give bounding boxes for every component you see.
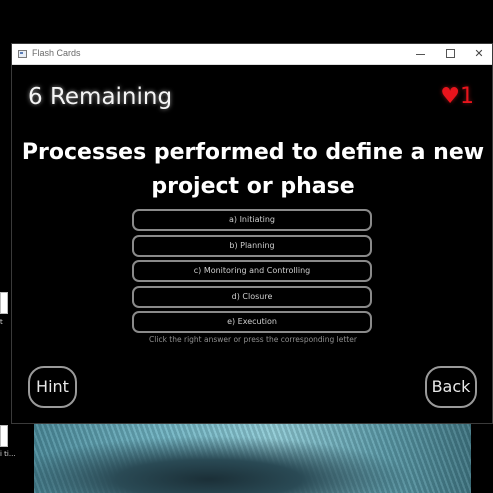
answer-option-c[interactable]: c) Monitoring and Controlling	[132, 260, 372, 282]
desktop-icon-label: i ti...	[0, 450, 16, 458]
minimize-icon	[415, 53, 425, 55]
answer-option-e[interactable]: e) Execution	[132, 311, 372, 333]
desktop-file-icon[interactable]	[0, 425, 8, 447]
lives-counter: ♥1	[440, 84, 474, 109]
answer-option-b[interactable]: b) Planning	[132, 234, 372, 257]
desktop-file-icon[interactable]	[0, 292, 8, 314]
minimize-button[interactable]	[405, 44, 435, 64]
desktop-icon-label: t	[0, 318, 3, 326]
back-button[interactable]: Back	[425, 366, 477, 408]
maximize-button[interactable]	[435, 44, 465, 64]
instruction-text: Click the right answer or press the corr…	[149, 335, 357, 344]
answer-option-d[interactable]: d) Closure	[132, 285, 372, 308]
maximize-icon	[445, 48, 455, 58]
close-button[interactable]: ✕	[464, 44, 493, 64]
flash-cards-window: Flash Cards ✕ 6 Remaining ♥1 Processes p…	[11, 43, 493, 424]
remaining-count: 6 Remaining	[28, 84, 173, 110]
answer-option-a[interactable]: a) Initiating	[132, 209, 372, 231]
app-window-icon	[18, 50, 27, 58]
close-icon: ✕	[474, 47, 484, 60]
question-line-2: project or phase	[151, 174, 355, 199]
question-line-1: Processes performed to define a new	[21, 140, 485, 165]
hint-button[interactable]: Hint	[28, 366, 77, 408]
desktop-wallpaper	[34, 424, 471, 493]
question-text: Processes performed to define a new proj…	[12, 136, 493, 204]
window-title: Flash Cards	[32, 48, 81, 58]
title-bar[interactable]: Flash Cards ✕	[12, 44, 492, 65]
answer-list: a) Initiating b) Planning c) Monitoring …	[132, 209, 372, 337]
